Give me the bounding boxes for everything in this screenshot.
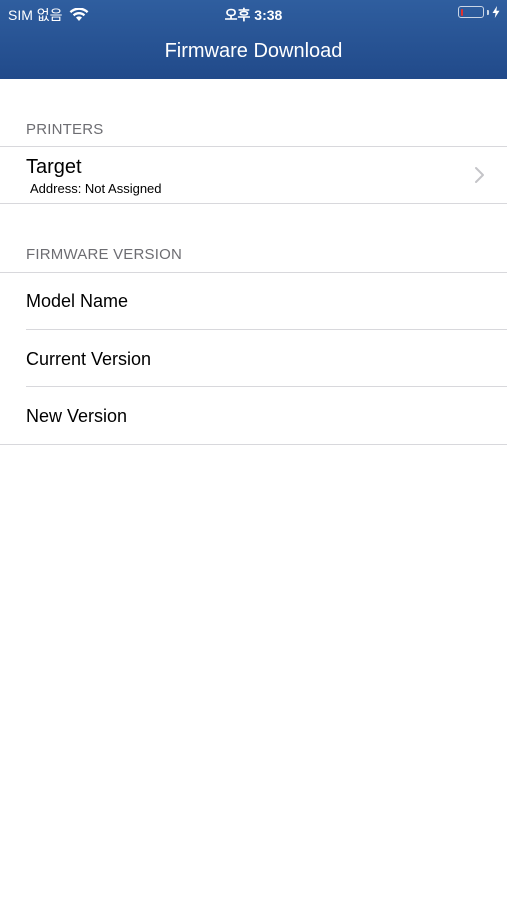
top-bar: SIM 없음 오후 3:38 Firmware Download [0,0,507,79]
status-time: 오후 3:38 [224,7,283,23]
divider [26,386,507,387]
section-header-printers: PRINTERS [26,121,104,138]
current-version-row: Current Version [26,349,152,369]
divider [0,203,507,204]
nav-title: Firmware Download [164,40,343,62]
battery-icon [458,6,484,18]
target-address: Address: Not Assigned [30,181,162,196]
divider [0,444,507,445]
firmware-download-screen: SIM 없음 오후 3:38 Firmware Download PRINTER… [0,0,507,900]
divider [26,329,507,330]
status-bar: SIM 없음 오후 3:38 [0,0,507,28]
charging-bolt-icon [492,6,500,18]
battery-indicator [458,6,500,18]
new-version-row: New Version [26,406,128,426]
model-name-row: Model Name [26,291,129,311]
section-header-firmware-version: FIRMWARE VERSION [26,246,182,263]
chevron-right-icon [475,167,484,183]
battery-tip [487,9,489,15]
divider [0,272,507,273]
battery-fill [460,8,463,16]
target-title: Target [26,156,82,178]
